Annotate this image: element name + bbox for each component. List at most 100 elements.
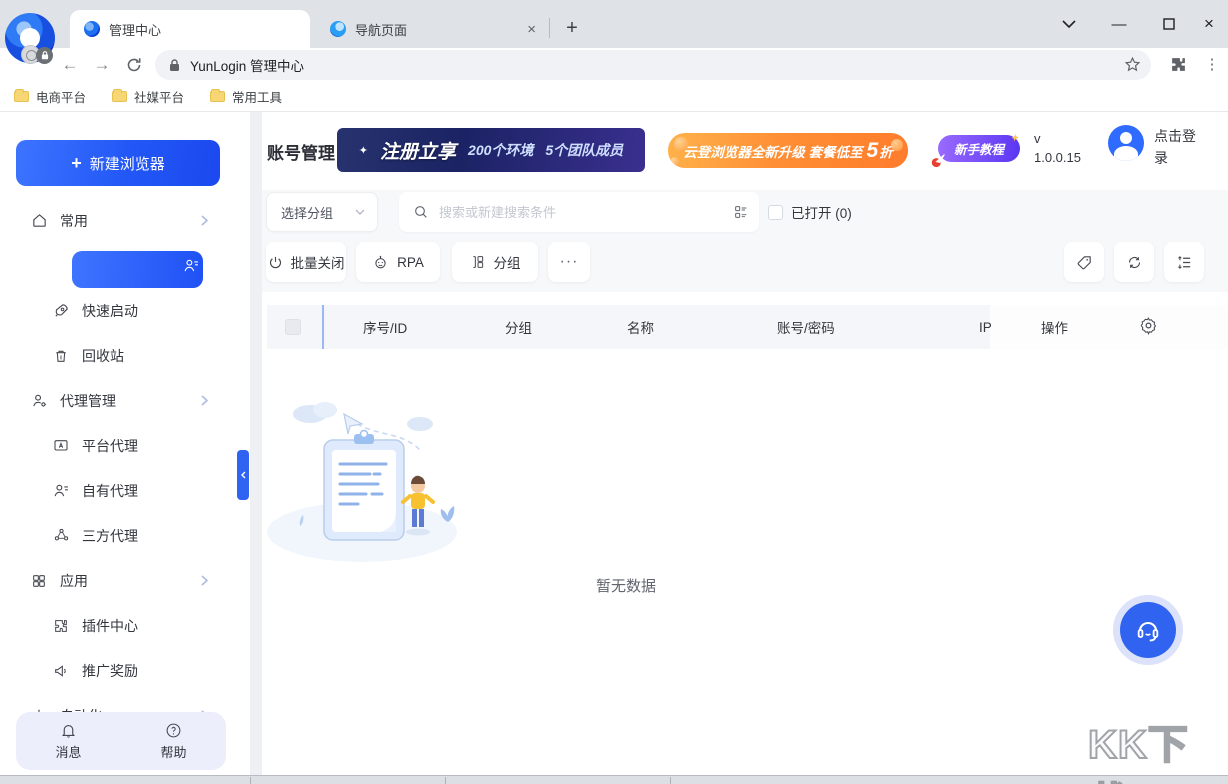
sidebar-item-own-proxy[interactable]: 自有代理 xyxy=(0,468,250,513)
balloon-decoration xyxy=(891,139,903,151)
chevron-right-icon xyxy=(201,215,208,226)
opened-filter[interactable]: 已打开 (0) xyxy=(768,202,852,222)
bookmark-folder-social[interactable]: 社媒平台 xyxy=(112,87,184,106)
group-list-icon xyxy=(470,254,486,270)
sidebar-item-label: 快速启动 xyxy=(82,301,138,321)
sidebar-item-recycle-bin[interactable]: 回收站 xyxy=(0,333,250,378)
select-all-checkbox[interactable] xyxy=(285,319,301,335)
more-actions-button[interactable]: ··· xyxy=(548,242,590,282)
search-condition-list-icon[interactable] xyxy=(733,204,749,220)
promo-banner-register[interactable]: ✦ 注册立享 200个环境 5个团队成员 xyxy=(337,128,645,172)
sidebar-item-platform-proxy[interactable]: 平台代理 xyxy=(0,423,250,468)
tag-button[interactable] xyxy=(1064,242,1104,282)
chevron-down-icon xyxy=(355,209,365,215)
new-browser-button[interactable]: + 新建浏览器 xyxy=(16,140,220,186)
batch-close-button[interactable]: 批量关闭 xyxy=(266,242,346,282)
bookmark-folder-tools[interactable]: 常用工具 xyxy=(210,87,282,106)
button-label: RPA xyxy=(397,255,424,270)
user-gear-icon xyxy=(30,392,48,410)
column-header-name[interactable]: 名称 xyxy=(627,305,654,349)
user-group-icon xyxy=(52,527,70,545)
empty-illustration xyxy=(262,382,472,567)
reload-icon[interactable] xyxy=(120,51,148,79)
new-tab-button[interactable]: + xyxy=(558,14,586,42)
address-bar[interactable]: YunLogin 管理中心 xyxy=(155,50,1151,80)
column-header-ip[interactable]: IP xyxy=(979,305,992,349)
avatar-icon[interactable] xyxy=(1108,125,1144,161)
checkbox[interactable] xyxy=(768,205,783,220)
button-label: 分组 xyxy=(494,252,521,272)
sidebar-item-third-party-proxy[interactable]: 三方代理 xyxy=(0,513,250,558)
sidebar-item-label: 推广奖励 xyxy=(82,661,138,681)
sidebar-item-promotion-rewards[interactable]: 推广奖励 xyxy=(0,648,250,693)
row-height-sort-button[interactable] xyxy=(1164,242,1204,282)
extensions-puzzle-icon[interactable] xyxy=(1165,51,1191,77)
tutorial-label: 新手教程 xyxy=(954,139,1004,158)
login-area[interactable]: 点击登录 xyxy=(1108,125,1200,169)
version-number: 1.0.0.15 xyxy=(1034,148,1081,167)
column-header-actions[interactable]: 操作 xyxy=(1041,305,1068,349)
sticky-column-background xyxy=(990,305,1228,349)
back-icon[interactable]: ← xyxy=(56,51,84,79)
sidebar-item-proxy-management[interactable]: 代理管理 xyxy=(0,378,250,423)
rpa-button[interactable]: RPA xyxy=(356,242,440,282)
close-button[interactable]: × xyxy=(1186,0,1228,48)
sidebar-item-label: 自有代理 xyxy=(82,481,138,501)
column-header-id[interactable]: 序号/ID xyxy=(363,305,407,349)
folder-icon xyxy=(210,91,225,102)
pointing-hand-icon xyxy=(930,150,948,168)
column-header-group[interactable]: 分组 xyxy=(505,305,532,349)
button-label: 批量关闭 xyxy=(291,252,345,272)
main-content: 账号管理 ✦ 注册立享 200个环境 5个团队成员 云登浏览器全新升级 套餐低至… xyxy=(262,112,1228,775)
sidebar-collapse-handle[interactable] xyxy=(237,450,249,500)
promo-banner-upgrade[interactable]: 云登浏览器全新升级 套餐低至 5 折 xyxy=(668,133,908,168)
refresh-button[interactable] xyxy=(1114,242,1154,282)
search-input[interactable] xyxy=(439,205,733,220)
help-button[interactable]: 帮助 xyxy=(121,712,226,770)
bookmarks-bar: 电商平台 社媒平台 常用工具 xyxy=(0,82,1228,112)
banner-text: 5个团队成员 xyxy=(545,140,623,160)
forward-icon[interactable]: → xyxy=(88,51,116,79)
sidebar-item-plugin-center[interactable]: 插件中心 xyxy=(0,603,250,648)
banner-text: 200个环境 xyxy=(468,140,533,160)
sidebar-item-apps[interactable]: 应用 xyxy=(0,558,250,603)
app-area: + 新建浏览器 常用 账号管理 快速启动 xyxy=(0,112,1228,775)
tab-admin-center[interactable]: 管理中心 xyxy=(70,10,310,48)
window-menu-chevron-icon[interactable] xyxy=(1046,0,1092,48)
group-select-dropdown[interactable]: 选择分组 xyxy=(266,192,378,232)
browser-menu-kebab-icon[interactable]: ⋮ xyxy=(1200,51,1224,77)
opened-label: 已打开 (0) xyxy=(791,202,852,222)
customer-support-button[interactable] xyxy=(1120,602,1176,658)
column-header-account[interactable]: 账号/密码 xyxy=(777,305,835,349)
sparkle-icon: ✦ xyxy=(359,144,368,157)
titlebar: 管理中心 导航页面 × + — × xyxy=(0,0,1228,48)
folder-icon xyxy=(112,91,127,102)
tab-title: 导航页面 xyxy=(355,20,517,39)
chevron-right-icon xyxy=(201,395,208,406)
robot-icon xyxy=(372,254,389,271)
sidebar-item-common[interactable]: 常用 xyxy=(0,198,250,243)
sidebar-item-account-management[interactable]: 账号管理 xyxy=(0,243,250,288)
minimize-button[interactable]: — xyxy=(1096,0,1142,48)
footer-label: 消息 xyxy=(55,742,81,761)
page-header: 账号管理 ✦ 注册立享 200个环境 5个团队成员 云登浏览器全新升级 套餐低至… xyxy=(262,112,1228,190)
search-icon xyxy=(413,204,429,220)
bookmark-folder-ecommerce[interactable]: 电商平台 xyxy=(14,87,86,106)
sparkle-icon: ✦ xyxy=(1010,133,1018,144)
column-settings-gear-icon[interactable] xyxy=(1139,316,1158,335)
sidebar-menu: 常用 账号管理 快速启动 回收站 代 xyxy=(0,198,250,738)
login-label[interactable]: 点击登录 xyxy=(1154,125,1200,169)
platform-monitor-icon xyxy=(52,437,70,455)
user-list-icon xyxy=(183,257,200,275)
tab-nav-page[interactable]: 导航页面 × xyxy=(316,10,546,48)
search-box[interactable] xyxy=(399,192,759,232)
messages-button[interactable]: 消息 xyxy=(16,712,121,770)
group-button[interactable]: 分组 xyxy=(452,242,538,282)
sidebar-item-quick-launch[interactable]: 快速启动 xyxy=(0,288,250,333)
tutorial-badge[interactable]: 新手教程 ✦ xyxy=(938,135,1020,162)
tab-close-icon[interactable]: × xyxy=(517,21,546,38)
question-circle-icon xyxy=(165,722,182,739)
new-browser-label: 新建浏览器 xyxy=(90,153,165,174)
sidebar-item-label: 回收站 xyxy=(82,346,124,366)
bookmark-star-icon[interactable] xyxy=(1124,56,1141,73)
